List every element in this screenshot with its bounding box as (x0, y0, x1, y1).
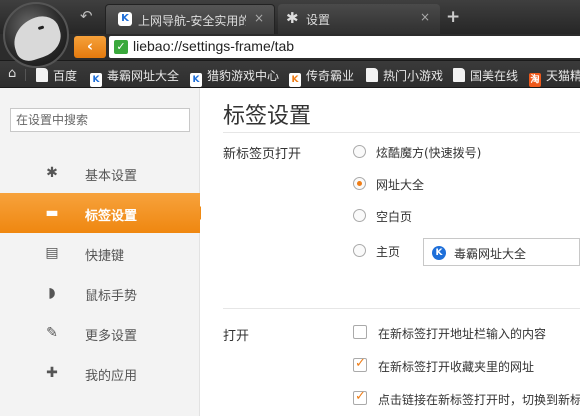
sidebar-item-label: 我的应用 (85, 369, 138, 384)
keyboard-icon: ▤ (45, 245, 59, 261)
separator (25, 69, 26, 81)
document-icon (453, 68, 465, 82)
radio-speed-dial[interactable] (353, 145, 366, 158)
newtab-section-label: 新标签页打开 (223, 147, 302, 162)
open-section-label: 打开 (223, 329, 250, 344)
close-icon[interactable]: × (254, 11, 264, 25)
k-icon: K (432, 246, 446, 260)
bookmark-label: 百度 (53, 69, 78, 83)
tao-icon: 淘 (529, 73, 541, 87)
radio-label[interactable]: 空白页 (376, 208, 412, 225)
k-icon: K (118, 12, 132, 26)
bookmark-label: 猎豹游戏中心 (207, 69, 280, 83)
settings-search-input[interactable] (10, 108, 190, 132)
sidebar-item-mouse-gestures[interactable]: ◗ 鼠标手势 (0, 273, 200, 313)
bookmark-mini-games[interactable]: 热门小游戏 (366, 67, 443, 83)
radio-homepage[interactable] (353, 244, 366, 257)
bookmark-label: 毒霸网址大全 (107, 69, 180, 83)
leopard-icon (7, 11, 67, 65)
checkbox-label[interactable]: 点击链接在新标签打开时，切换到新标 (378, 391, 580, 408)
sidebar-item-label: 更多设置 (85, 329, 138, 344)
k-icon: K (90, 73, 102, 87)
bookmark-label: 天猫精 (546, 69, 580, 83)
sidebar-item-label: 基本设置 (85, 169, 138, 184)
page-title: 标签设置 (223, 104, 312, 129)
home-icon[interactable]: ⌂ (8, 66, 16, 81)
sidebar-item-tabs[interactable]: ▬ 标签设置 (0, 193, 207, 233)
radio-label[interactable]: 主页 (376, 243, 400, 260)
sidebar-item-my-apps[interactable]: ✚ 我的应用 (0, 353, 200, 393)
k-icon: K (190, 73, 202, 87)
tab-title: 设置 (306, 13, 331, 27)
new-tab-button[interactable]: + (446, 7, 460, 27)
bookmarks-bar: ⌂ 百度 K 毒霸网址大全 K 猎豹游戏中心 K 传奇霸业 热门小游戏 国美在线 淘天… (0, 60, 580, 88)
bookmark-tmall[interactable]: 淘天猫精 (529, 67, 580, 87)
radio-label[interactable]: 网址大全 (376, 176, 424, 193)
document-icon (366, 68, 378, 82)
browser-logo[interactable] (3, 2, 69, 68)
sidebar-item-more[interactable]: ✎ 更多设置 (0, 313, 200, 353)
tab-title: 上网导航-安全实用的... (138, 14, 246, 28)
sidebar-item-shortcuts[interactable]: ▤ 快捷键 (0, 233, 200, 273)
bookmark-label: 国美在线 (470, 69, 519, 83)
settings-main: 标签设置 新标签页打开 炫酷魔方(快速拨号) 网址大全 空白页 主页 K 毒霸网… (201, 88, 580, 416)
bookmark-duba[interactable]: K 毒霸网址大全 (90, 67, 180, 87)
settings-sidebar: ✱ 基本设置 ▬ 标签设置 ▤ 快捷键 ◗ 鼠标手势 ✎ 更多设置 ✚ 我的应用 (0, 88, 207, 416)
radio-url-directory[interactable] (353, 177, 366, 190)
sidebar-item-label: 快捷键 (85, 249, 125, 264)
document-icon (36, 68, 48, 82)
tab-settings[interactable]: ✱ 设置 × (278, 4, 440, 34)
gear-icon: ✱ (46, 165, 58, 181)
bookmark-baidu[interactable]: 百度 (36, 67, 77, 83)
title-bar: ↶ K 上网导航-安全实用的... × ✱ 设置 × + (0, 0, 580, 34)
divider (223, 308, 580, 309)
bookmark-gome[interactable]: 国美在线 (453, 67, 518, 83)
bookmark-game-center[interactable]: K 猎豹游戏中心 (190, 67, 280, 87)
undo-close-tab-icon[interactable]: ↶ (80, 8, 93, 24)
url-text[interactable]: liebao://settings-frame/tab (133, 38, 294, 54)
checkbox-switch-to-new-tab[interactable] (353, 389, 367, 405)
sidebar-item-label: 鼠标手势 (85, 289, 138, 304)
gear-icon: ✱ (286, 9, 299, 27)
homepage-select-value: 毒霸网址大全 (454, 247, 527, 261)
divider (223, 132, 580, 133)
checkbox-label[interactable]: 在新标签打开地址栏输入的内容 (378, 325, 546, 342)
wrench-icon: ✎ (46, 325, 58, 341)
bookmark-chuanqi[interactable]: K 传奇霸业 (289, 67, 355, 87)
url-field[interactable]: ✓ liebao://settings-frame/tab (109, 36, 580, 58)
mouse-icon: ◗ (48, 285, 56, 301)
checkbox-favorites-new-tab[interactable] (353, 356, 367, 372)
checkbox-label[interactable]: 在新标签打开收藏夹里的网址 (378, 358, 534, 375)
homepage-select[interactable]: K 毒霸网址大全 (423, 238, 580, 266)
puzzle-icon: ✚ (46, 365, 58, 381)
tab-icon: ▬ (45, 205, 59, 221)
sidebar-item-basic[interactable]: ✱ 基本设置 (0, 153, 200, 193)
secure-check-icon: ✓ (114, 40, 128, 54)
tab-navigation[interactable]: K 上网导航-安全实用的... × (105, 4, 275, 34)
k-icon: K (289, 73, 301, 87)
bookmark-label: 传奇霸业 (306, 69, 355, 83)
address-bar: ‹ ✓ liebao://settings-frame/tab (0, 34, 580, 60)
checkbox-address-new-tab[interactable] (353, 325, 367, 339)
back-button[interactable]: ‹ (74, 36, 106, 58)
radio-blank-page[interactable] (353, 209, 366, 222)
bookmark-label: 热门小游戏 (383, 69, 444, 83)
radio-label[interactable]: 炫酷魔方(快速拨号) (376, 144, 481, 161)
sidebar-item-label: 标签设置 (85, 209, 138, 224)
close-icon[interactable]: × (420, 10, 430, 24)
